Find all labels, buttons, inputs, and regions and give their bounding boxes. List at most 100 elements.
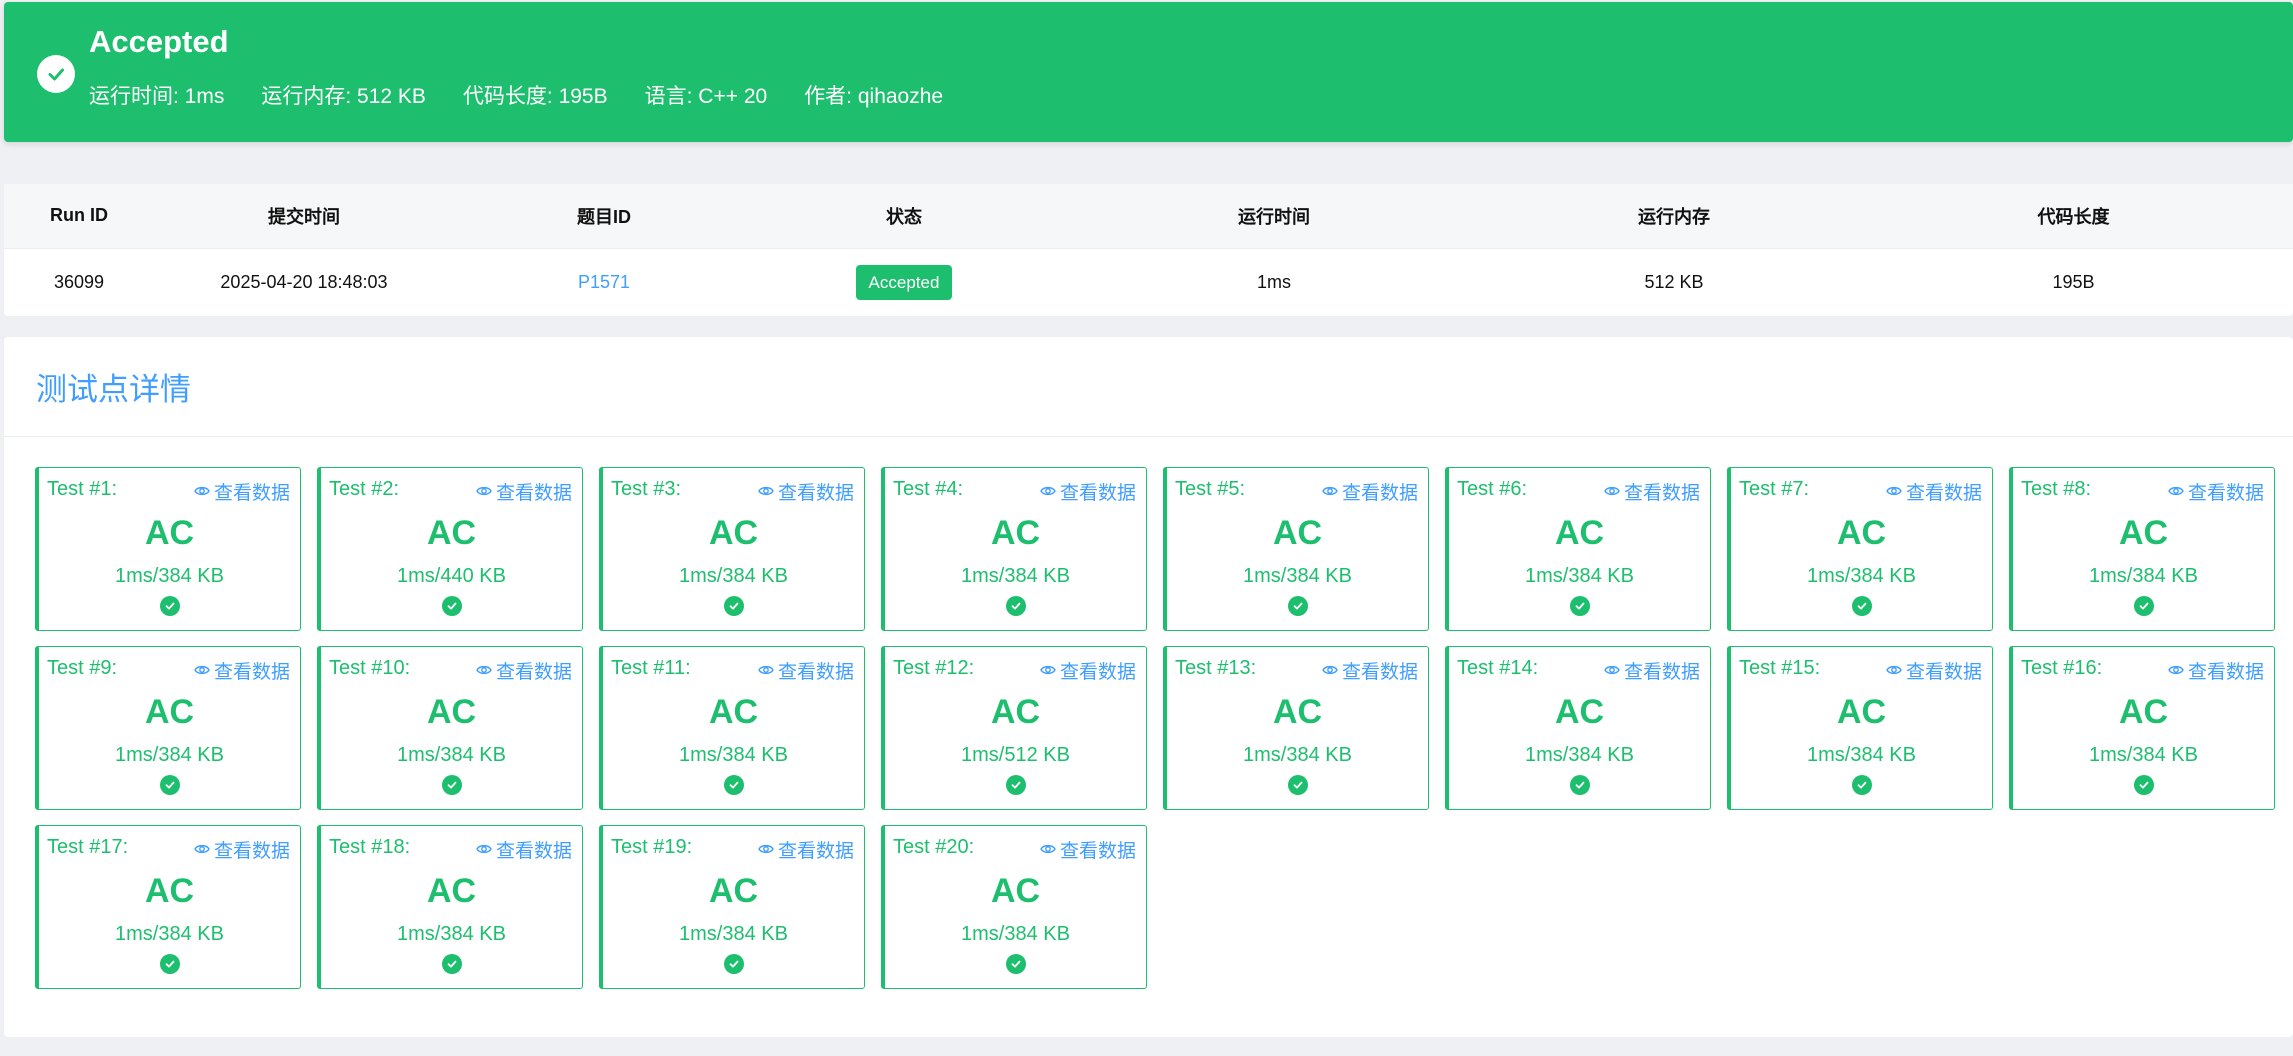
view-data-link[interactable]: 查看数据 bbox=[194, 657, 290, 684]
view-data-link[interactable]: 查看数据 bbox=[194, 836, 290, 863]
view-data-link[interactable]: 查看数据 bbox=[1322, 657, 1418, 684]
view-data-link[interactable]: 查看数据 bbox=[2168, 657, 2264, 684]
view-data-label: 查看数据 bbox=[1059, 841, 1136, 862]
eye-icon bbox=[758, 481, 774, 503]
submission-info-card: Run ID 提交时间 题目ID 状态 运行时间 运行内存 代码长度 36099… bbox=[4, 184, 2293, 316]
test-usage: 1ms/384 KB bbox=[1525, 565, 1634, 587]
check-circle-icon bbox=[2133, 596, 2154, 616]
table-row: 36099 2025-04-20 18:48:03 P1571 Accepted… bbox=[4, 247, 2293, 316]
eye-icon bbox=[1886, 481, 1902, 503]
view-data-link[interactable]: 查看数据 bbox=[758, 836, 854, 863]
eye-icon bbox=[1040, 839, 1056, 861]
cell-status: Accepted bbox=[754, 247, 1054, 316]
test-verdict: AC bbox=[708, 872, 759, 910]
view-data-link[interactable]: 查看数据 bbox=[1040, 657, 1136, 684]
view-data-link[interactable]: 查看数据 bbox=[1322, 478, 1418, 505]
eye-icon bbox=[2168, 660, 2184, 682]
test-case-name: Test #10: bbox=[329, 657, 411, 679]
test-case-card: Test #11: 查看数据 AC 1ms/384 KB bbox=[599, 646, 865, 810]
test-verdict: AC bbox=[144, 693, 195, 731]
check-circle-icon bbox=[1005, 954, 1026, 974]
view-data-link[interactable]: 查看数据 bbox=[758, 478, 854, 505]
meta-memory: 运行内存: 512 KB bbox=[261, 85, 426, 108]
view-data-label: 查看数据 bbox=[1059, 483, 1136, 504]
eye-icon bbox=[1604, 660, 1620, 682]
view-data-label: 查看数据 bbox=[213, 483, 290, 504]
view-data-label: 查看数据 bbox=[1905, 483, 1982, 504]
result-banner: Accepted 运行时间: 1ms 运行内存: 512 KB 代码长度: 19… bbox=[4, 2, 2293, 142]
test-case-name: Test #19: bbox=[611, 836, 693, 858]
problem-link[interactable]: P1571 bbox=[578, 272, 630, 292]
view-data-link[interactable]: 查看数据 bbox=[2168, 478, 2264, 505]
test-case-card: Test #1: 查看数据 AC 1ms/384 KB bbox=[35, 467, 301, 631]
view-data-link[interactable]: 查看数据 bbox=[476, 478, 572, 505]
eye-icon bbox=[1322, 481, 1338, 503]
test-verdict: AC bbox=[144, 872, 195, 910]
col-problem-id: 题目ID bbox=[454, 184, 754, 248]
view-data-link[interactable]: 查看数据 bbox=[194, 478, 290, 505]
col-run-time: 运行时间 bbox=[1054, 184, 1494, 248]
view-data-label: 查看数据 bbox=[1623, 662, 1700, 683]
col-code-length: 代码长度 bbox=[1854, 184, 2293, 248]
status-badge: Accepted bbox=[855, 264, 953, 300]
eye-icon bbox=[1604, 481, 1620, 503]
meta-author: 作者: qihaozhe bbox=[804, 85, 944, 108]
col-memory: 运行内存 bbox=[1494, 184, 1854, 248]
check-circle-icon bbox=[1851, 596, 1872, 616]
view-data-label: 查看数据 bbox=[495, 662, 572, 683]
test-case-name: Test #9: bbox=[47, 657, 118, 679]
test-usage: 1ms/384 KB bbox=[1807, 744, 1916, 766]
view-data-label: 查看数据 bbox=[2187, 662, 2264, 683]
test-case-name: Test #1: bbox=[47, 478, 118, 500]
col-status: 状态 bbox=[754, 184, 1054, 248]
test-case-card: Test #9: 查看数据 AC 1ms/384 KB bbox=[35, 646, 301, 810]
view-data-link[interactable]: 查看数据 bbox=[1604, 657, 1700, 684]
test-case-card: Test #19: 查看数据 AC 1ms/384 KB bbox=[599, 825, 865, 989]
test-case-card: Test #12: 查看数据 AC 1ms/512 KB bbox=[881, 646, 1147, 810]
test-case-name: Test #12: bbox=[893, 657, 975, 679]
test-case-card: Test #10: 查看数据 AC 1ms/384 KB bbox=[317, 646, 583, 810]
test-case-name: Test #11: bbox=[611, 657, 691, 679]
test-usage: 1ms/384 KB bbox=[2089, 565, 2198, 587]
test-usage: 1ms/384 KB bbox=[1243, 744, 1352, 766]
view-data-link[interactable]: 查看数据 bbox=[1604, 478, 1700, 505]
view-data-link[interactable]: 查看数据 bbox=[1040, 478, 1136, 505]
view-data-link[interactable]: 查看数据 bbox=[1886, 478, 1982, 505]
check-circle-icon bbox=[159, 596, 180, 616]
view-data-link[interactable]: 查看数据 bbox=[476, 657, 572, 684]
test-case-name: Test #15: bbox=[1739, 657, 1821, 679]
view-data-link[interactable]: 查看数据 bbox=[1040, 836, 1136, 863]
test-case-card: Test #5: 查看数据 AC 1ms/384 KB bbox=[1163, 467, 1429, 631]
test-usage: 1ms/384 KB bbox=[397, 923, 506, 945]
test-case-card: Test #8: 查看数据 AC 1ms/384 KB bbox=[2009, 467, 2275, 631]
view-data-label: 查看数据 bbox=[1905, 662, 1982, 683]
test-verdict: AC bbox=[1272, 693, 1323, 731]
col-run-id: Run ID bbox=[4, 184, 154, 248]
cell-code-length: 195B bbox=[1854, 247, 2293, 316]
check-circle-icon bbox=[1287, 596, 1308, 616]
eye-icon bbox=[758, 839, 774, 861]
test-case-name: Test #14: bbox=[1457, 657, 1539, 679]
test-verdict: AC bbox=[990, 872, 1041, 910]
test-verdict: AC bbox=[1836, 514, 1887, 552]
view-data-link[interactable]: 查看数据 bbox=[1886, 657, 1982, 684]
col-submit-time: 提交时间 bbox=[154, 184, 454, 248]
view-data-link[interactable]: 查看数据 bbox=[476, 836, 572, 863]
check-circle-icon bbox=[723, 954, 744, 974]
test-case-card: Test #2: 查看数据 AC 1ms/440 KB bbox=[317, 467, 583, 631]
test-case-card: Test #6: 查看数据 AC 1ms/384 KB bbox=[1445, 467, 1711, 631]
test-case-card: Test #3: 查看数据 AC 1ms/384 KB bbox=[599, 467, 865, 631]
check-circle-icon bbox=[1851, 775, 1872, 795]
test-usage: 1ms/384 KB bbox=[1807, 565, 1916, 587]
test-verdict: AC bbox=[2118, 693, 2169, 731]
view-data-label: 查看数据 bbox=[2187, 483, 2264, 504]
test-verdict: AC bbox=[1836, 693, 1887, 731]
test-verdict: AC bbox=[2118, 514, 2169, 552]
cell-run-id: 36099 bbox=[4, 247, 154, 316]
test-case-name: Test #18: bbox=[329, 836, 411, 858]
check-circle-icon bbox=[1287, 775, 1308, 795]
view-data-link[interactable]: 查看数据 bbox=[758, 657, 854, 684]
test-usage: 1ms/384 KB bbox=[961, 923, 1070, 945]
eye-icon bbox=[1040, 660, 1056, 682]
test-usage: 1ms/384 KB bbox=[679, 744, 788, 766]
